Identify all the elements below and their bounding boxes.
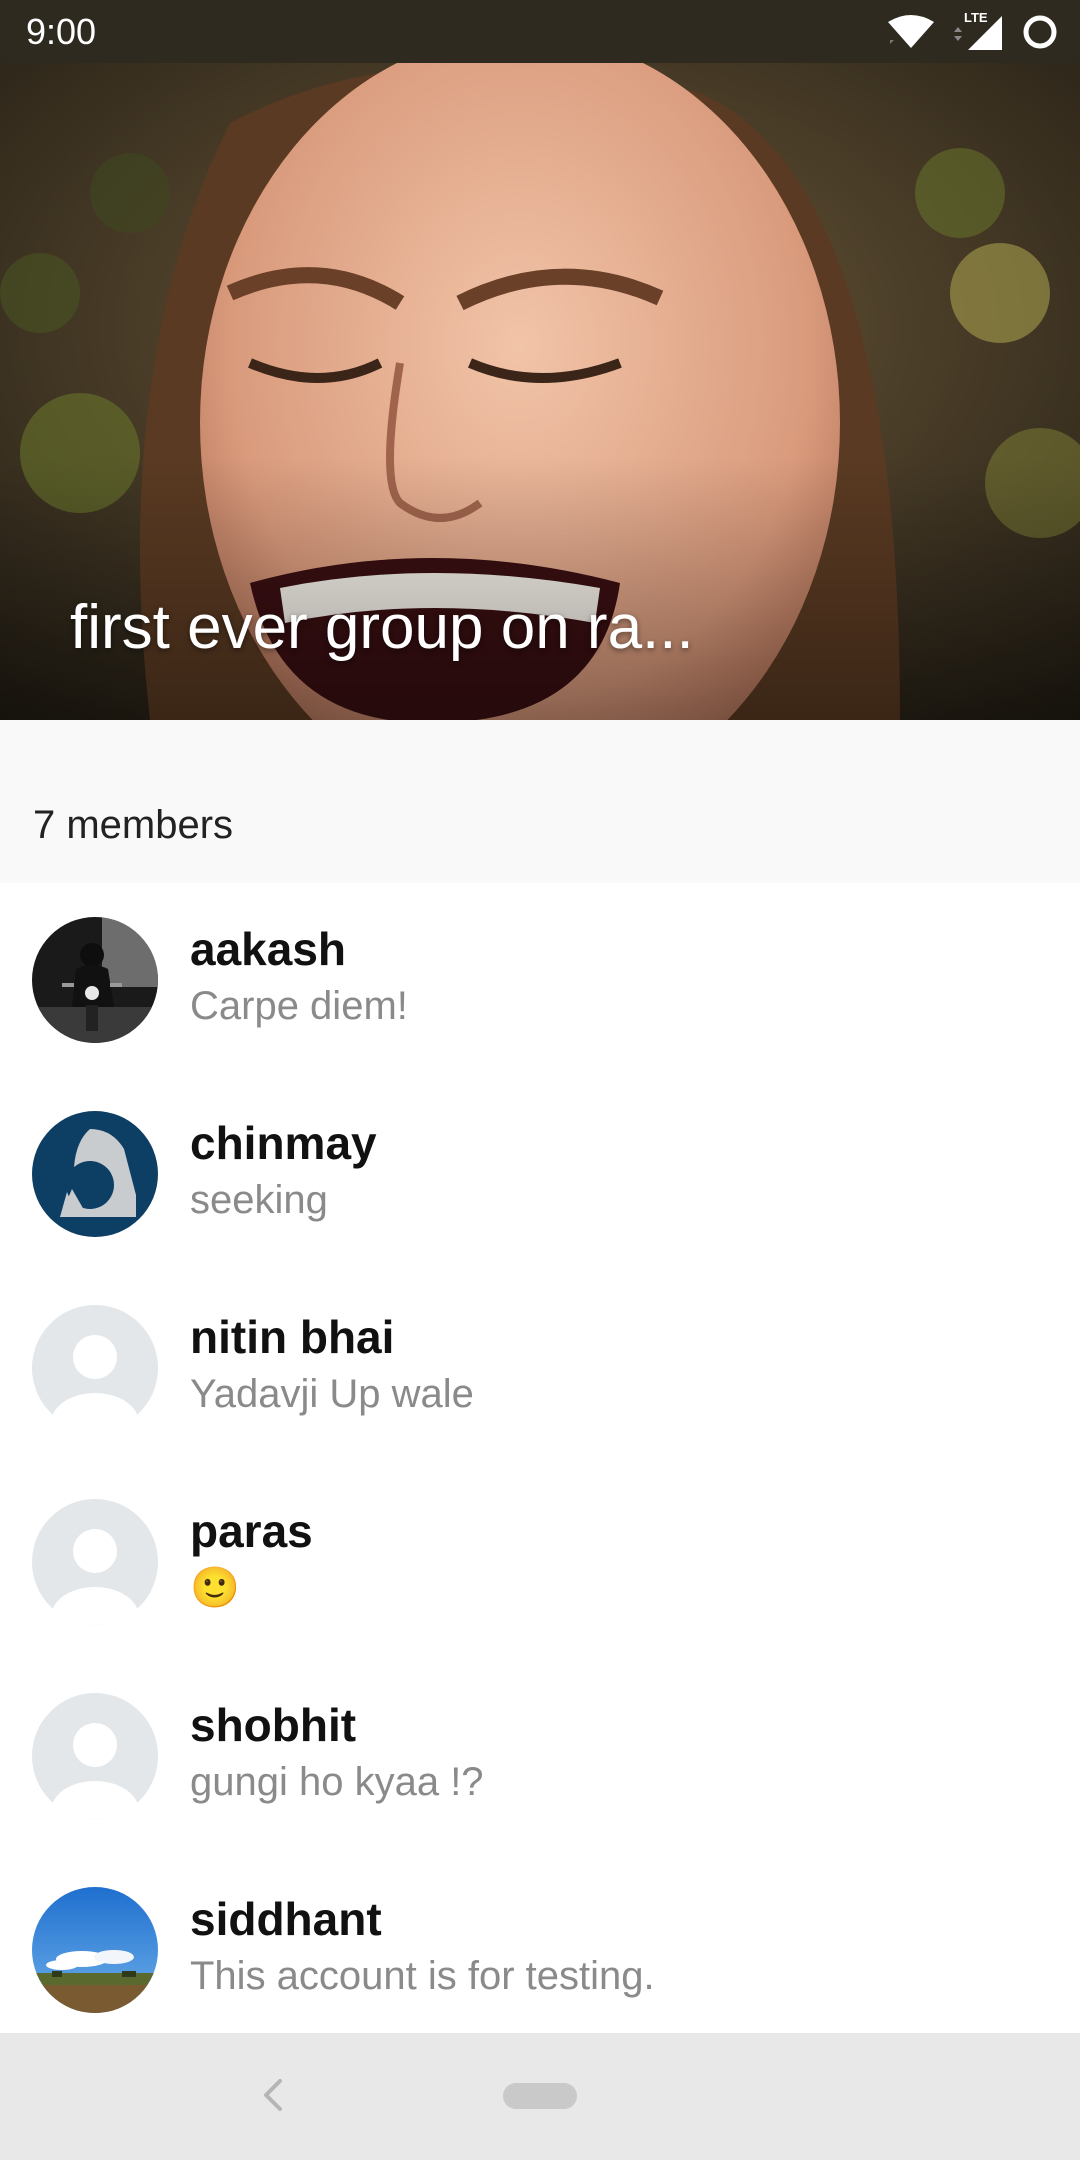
wifi-icon [888, 15, 934, 48]
member-status: 🙂 [190, 1566, 240, 1610]
default-avatar-icon[interactable] [32, 1693, 158, 1819]
member-name: paras [190, 1505, 313, 1557]
status-bar: 9:00 LTE [0, 0, 1080, 63]
status-time: 9:00 [26, 11, 97, 52]
member-name: shobhit [190, 1699, 357, 1751]
member-row[interactable]: paras 🙂 [0, 1465, 1080, 1659]
member-name: nitin bhai [190, 1311, 395, 1363]
network-type-label: LTE [964, 10, 988, 25]
group-info-screen: 9:00 LTE first ever group on ra... 7 mem… [0, 0, 1080, 2160]
member-row[interactable]: aakash Carpe diem! [0, 883, 1080, 1077]
member-name: aakash [190, 923, 347, 975]
member-status: gungi ho kyaa !? [190, 1760, 484, 1804]
back-chevron-icon[interactable] [254, 2073, 294, 2117]
avatar[interactable] [32, 917, 158, 1043]
member-row[interactable]: siddhant This account is for testing. [0, 1853, 1080, 2047]
member-status: Yadavji Up wale [190, 1372, 474, 1416]
member-status: seeking [190, 1178, 328, 1222]
avatar[interactable] [32, 1887, 158, 2013]
member-status: Carpe diem! [190, 984, 408, 1028]
group-cover-photo[interactable]: first ever group on ra... [0, 63, 1080, 720]
home-pill-icon[interactable] [503, 2083, 577, 2109]
member-row[interactable]: chinmay seeking [0, 1077, 1080, 1271]
avatar[interactable] [32, 1111, 158, 1237]
members-count: 7 members [33, 803, 234, 847]
member-row[interactable]: shobhit gungi ho kyaa !? [0, 1659, 1080, 1853]
member-list: aakash Carpe diem! chinmay seeking nitin… [0, 883, 1080, 2033]
status-icons: LTE [886, 10, 1060, 52]
member-name: siddhant [190, 1893, 382, 1945]
member-row[interactable]: nitin bhai Yadavji Up wale [0, 1271, 1080, 1465]
member-status: This account is for testing. [190, 1954, 655, 1998]
member-name: chinmay [190, 1117, 377, 1169]
default-avatar-icon[interactable] [32, 1305, 158, 1431]
default-avatar-icon[interactable] [32, 1499, 158, 1625]
navigation-bar [0, 2033, 1080, 2160]
battery-icon [1023, 15, 1057, 49]
group-title: first ever group on ra... [70, 593, 694, 662]
cell-signal-icon: LTE [950, 10, 1006, 52]
